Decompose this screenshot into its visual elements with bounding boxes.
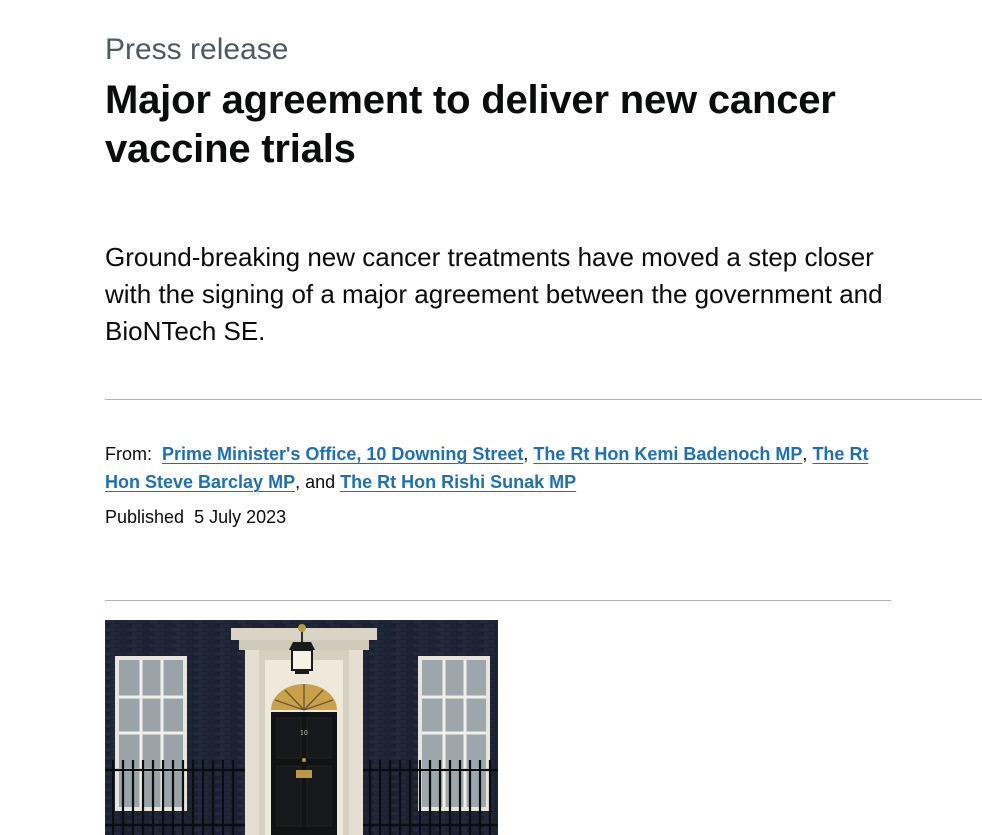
- and-separator: , and: [295, 472, 341, 492]
- published-label: Published: [105, 507, 185, 527]
- published-date: 5 July 2023: [194, 507, 287, 527]
- org-link-pm-office[interactable]: Prime Minister's Office, 10 Downing Stre…: [162, 444, 523, 464]
- org-link-kemi-badenoch[interactable]: The Rt Hon Kemi Badenoch MP: [533, 444, 802, 464]
- downing-street-photo: 10: [105, 620, 498, 835]
- separator: ,: [523, 444, 534, 464]
- left-window: [115, 656, 187, 811]
- metadata-from: From: Prime Minister's Office, 10 Downin…: [105, 440, 885, 496]
- lede-summary: Ground-breaking new cancer treatments ha…: [105, 242, 883, 346]
- divider: [105, 399, 982, 400]
- front-door: 10: [271, 712, 337, 835]
- divider: [105, 600, 891, 601]
- page-caption: Press release: [105, 33, 289, 66]
- door-number: 10: [300, 730, 308, 737]
- page-title: Major agreement to deliver new cancer va…: [105, 78, 836, 171]
- separator: ,: [802, 444, 813, 464]
- from-label: From:: [105, 444, 152, 464]
- metadata-published: Published 5 July 2023: [105, 504, 286, 530]
- org-link-rishi-sunak[interactable]: The Rt Hon Rishi Sunak MP: [340, 472, 576, 492]
